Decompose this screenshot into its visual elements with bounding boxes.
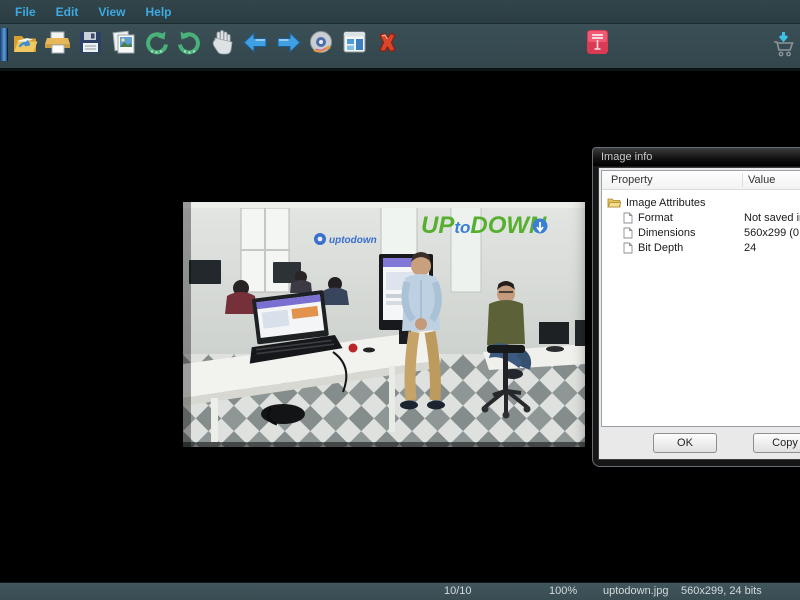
table-row[interactable]: Image Attributes (602, 195, 800, 210)
row-property: Image Attributes (626, 197, 706, 209)
office-photo-illustration: uptodown UPtoDOWN (183, 202, 585, 447)
table-row[interactable]: Format Not saved image (602, 210, 800, 225)
open-folder-icon[interactable] (11, 28, 38, 57)
toolbar-grip (0, 28, 8, 61)
column-divider (742, 173, 743, 187)
print-icon[interactable] (44, 28, 71, 57)
delete-icon[interactable] (374, 28, 401, 57)
column-value[interactable]: Value (748, 174, 775, 186)
office-photo: uptodown UPtoDOWN (183, 202, 585, 447)
dialog-title[interactable]: Image info (593, 148, 800, 166)
status-bar: 10/10 100% uptodown.jpg 560x299, 24 bits (0, 582, 800, 600)
dialog-buttons: OK Copy (599, 427, 800, 459)
file-icon (623, 242, 633, 254)
promo-badge-icon[interactable] (584, 27, 611, 56)
menu-bar: File Edit View Help (0, 0, 800, 24)
image-info-dialog: Image info Property Value Image Attribut… (592, 147, 800, 467)
copy-image-icon[interactable] (110, 28, 137, 57)
menu-help[interactable]: Help (145, 5, 171, 19)
table-row[interactable]: Dimensions 560x299 (0.2 MPix) (602, 225, 800, 240)
status-zoom-level: 100% (549, 585, 577, 597)
row-property: Dimensions (638, 227, 695, 239)
table-header: Property Value (602, 171, 800, 190)
undo-icon[interactable] (143, 28, 170, 57)
menu-view[interactable]: View (98, 5, 125, 19)
uptodown-wall-logo: UPtoDOWN (421, 212, 547, 239)
row-value: 24 (744, 242, 756, 254)
previous-image-icon[interactable] (242, 28, 269, 57)
status-image-position: 10/10 (444, 585, 472, 597)
browse-thumbnails-icon[interactable] (341, 28, 368, 57)
image-info-table: Property Value Image Attributes (601, 170, 800, 427)
menu-file[interactable]: File (15, 5, 36, 19)
menu-edit[interactable]: Edit (56, 5, 79, 19)
table-row[interactable]: Bit Depth 24 (602, 240, 800, 255)
row-value: Not saved image (744, 212, 800, 224)
hand-tool-icon[interactable] (209, 28, 236, 57)
redo-icon[interactable] (176, 28, 203, 57)
column-property[interactable]: Property (611, 174, 653, 186)
row-property: Bit Depth (638, 242, 683, 254)
row-value: 560x299 (0.2 MPix) (744, 227, 800, 239)
file-icon (623, 212, 633, 224)
status-filename: uptodown.jpg (603, 585, 668, 597)
disc-icon[interactable] (308, 28, 335, 57)
status-image-details: 560x299, 24 bits (681, 585, 762, 597)
toolbar (0, 24, 800, 71)
save-icon[interactable] (77, 28, 104, 57)
svg-text:uptodown: uptodown (329, 235, 377, 246)
toolbar-icons (11, 28, 401, 57)
copy-button[interactable]: Copy (753, 433, 800, 453)
ok-button[interactable]: OK (653, 433, 717, 453)
row-property: Format (638, 212, 673, 224)
folder-icon (607, 197, 621, 208)
dialog-body: Property Value Image Attributes (598, 167, 800, 460)
cart-download-icon[interactable] (770, 30, 797, 59)
next-image-icon[interactable] (275, 28, 302, 57)
image-viewer-window: File Edit View Help (0, 0, 800, 600)
file-icon (623, 227, 633, 239)
